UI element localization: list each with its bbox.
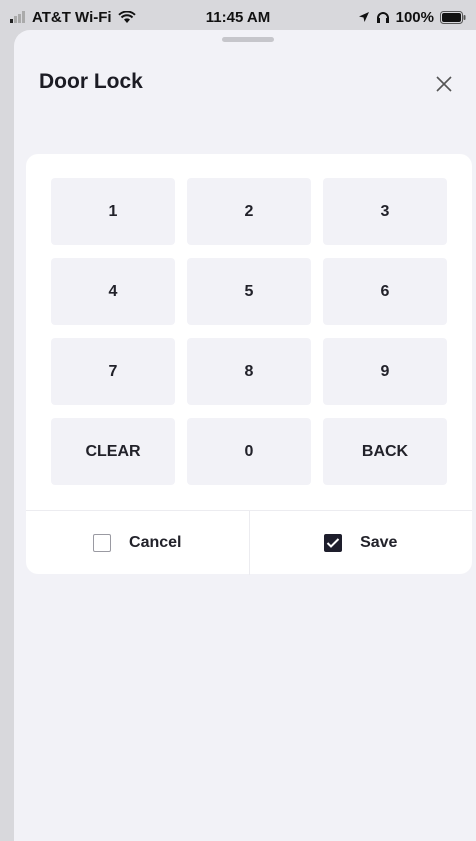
save-label: Save <box>360 534 398 551</box>
battery-icon <box>440 10 466 24</box>
save-button[interactable]: Save <box>248 511 473 575</box>
door-lock-sheet: Door Lock 1 2 3 4 5 6 7 8 9 CLEAR 0 BACK… <box>14 30 476 841</box>
back-button[interactable]: BACK <box>323 418 447 485</box>
location-arrow-icon <box>358 12 369 22</box>
keypad-card: 1 2 3 4 5 6 7 8 9 CLEAR 0 BACK Cancel Sa… <box>26 154 472 575</box>
key-4[interactable]: 4 <box>51 258 175 325</box>
cellular-signal-icon <box>10 11 25 23</box>
key-3[interactable]: 3 <box>323 178 447 245</box>
key-0[interactable]: 0 <box>187 418 311 485</box>
close-icon <box>436 76 452 92</box>
status-bar: AT&T Wi-Fi 11:45 AM 100% <box>0 0 476 34</box>
cancel-label: Cancel <box>129 534 182 551</box>
cancel-checkbox[interactable] <box>93 534 112 552</box>
key-9[interactable]: 9 <box>323 338 447 405</box>
status-right: 100% <box>358 9 466 26</box>
key-6[interactable]: 6 <box>323 258 447 325</box>
key-2[interactable]: 2 <box>187 178 311 245</box>
carrier-label: AT&T Wi-Fi <box>32 8 112 26</box>
checkmark-icon <box>326 538 340 548</box>
key-1[interactable]: 1 <box>51 178 175 245</box>
key-7[interactable]: 7 <box>51 338 175 405</box>
clear-button[interactable]: CLEAR <box>51 418 175 485</box>
keypad: 1 2 3 4 5 6 7 8 9 CLEAR 0 BACK <box>51 178 447 485</box>
sheet-grabber[interactable] <box>222 37 274 42</box>
wifi-icon <box>117 10 136 23</box>
key-5[interactable]: 5 <box>187 258 311 325</box>
page-title: Door Lock <box>39 70 143 93</box>
cancel-button[interactable]: Cancel <box>26 511 249 575</box>
close-button[interactable] <box>432 72 456 96</box>
action-bar: Cancel Save <box>26 510 472 575</box>
headphones-icon <box>376 12 389 23</box>
status-left: AT&T Wi-Fi <box>10 9 136 26</box>
battery-percentage: 100% <box>395 8 434 26</box>
save-checkbox[interactable] <box>324 534 343 552</box>
key-8[interactable]: 8 <box>187 338 311 405</box>
